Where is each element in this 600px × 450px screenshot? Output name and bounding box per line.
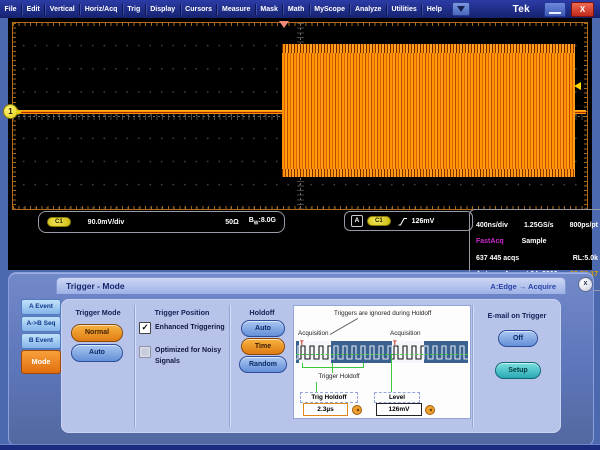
holdoff-heading: Holdoff bbox=[233, 308, 291, 317]
trigger-source-badge: A bbox=[351, 215, 363, 227]
menu-item-vertical[interactable]: Vertical bbox=[45, 6, 79, 13]
callout-leader-line bbox=[330, 318, 358, 335]
dialog-context: A:Edge → Acquire bbox=[490, 282, 565, 291]
menu-item-math[interactable]: Math bbox=[283, 6, 308, 13]
menu-item-myscope[interactable]: MyScope bbox=[310, 6, 350, 13]
channel-readout: C1 90.0mV/div 50Ω BW:8.0G bbox=[38, 211, 285, 233]
holdoff-band: T T bbox=[296, 341, 468, 363]
tab-mode[interactable]: Mode bbox=[21, 350, 61, 374]
menu-pointer-button[interactable] bbox=[452, 2, 470, 16]
tab-a-b-seq[interactable]: A->B Seq bbox=[21, 316, 61, 332]
trigger-position-heading: Trigger Position bbox=[139, 308, 225, 317]
menu-item-display[interactable]: Display bbox=[146, 6, 180, 13]
menu-bar: File Edit Vertical Horiz/Acq Trig Displa… bbox=[0, 0, 600, 18]
channel-badge: C1 bbox=[47, 217, 71, 227]
email-setup-button[interactable]: Setup bbox=[495, 362, 541, 379]
acquisition-label-left: Acquisition bbox=[298, 330, 328, 337]
trigger-channel-badge: C1 bbox=[367, 216, 391, 226]
bottom-strip bbox=[0, 444, 600, 450]
waveform-burst bbox=[282, 44, 575, 177]
holdoff-auto-button[interactable]: Auto bbox=[241, 320, 285, 337]
email-heading: E-mail on Trigger bbox=[473, 311, 561, 320]
trigger-readout: A C1 126mV bbox=[344, 211, 473, 231]
dialog-close-button[interactable]: x bbox=[578, 277, 593, 292]
pointer-icon bbox=[457, 6, 465, 12]
vertical-scale: 90.0mV/div bbox=[88, 219, 125, 226]
resolution: 800ps/pt bbox=[570, 222, 598, 229]
menu-item-file[interactable]: File bbox=[0, 6, 21, 13]
menu-item-measure[interactable]: Measure bbox=[217, 6, 254, 13]
fastacq-label: FastAcq bbox=[476, 238, 504, 245]
tab-a-event[interactable]: A Event bbox=[21, 299, 61, 315]
trig-holdoff-field-label: Trig Holdoff bbox=[300, 392, 358, 403]
channel-arrow-icon bbox=[17, 109, 22, 115]
enhanced-triggering-row: ✓ Enhanced Triggering bbox=[139, 322, 225, 334]
trigger-mode-dialog: Trigger - Mode A:Edge → Acquire x A Even… bbox=[8, 272, 594, 446]
dialog-header: Trigger - Mode A:Edge → Acquire bbox=[56, 277, 566, 294]
acquisition-window-right: T bbox=[392, 341, 424, 363]
enhanced-triggering-checkbox[interactable]: ✓ bbox=[139, 322, 151, 334]
bandwidth: BW:8.0G bbox=[249, 217, 276, 226]
rising-edge-icon bbox=[397, 216, 408, 227]
dialog-content: Trigger Mode Normal Auto Trigger Positio… bbox=[61, 299, 561, 433]
acquisition-label-right: Acquisition bbox=[390, 330, 420, 337]
acq-mode: Sample bbox=[522, 238, 547, 245]
trigger-event-icon: T bbox=[393, 341, 397, 348]
level-field[interactable]: 126mV bbox=[376, 403, 422, 416]
trigger-level-marker[interactable] bbox=[574, 82, 581, 90]
oscilloscope-app: File Edit Vertical Horiz/Acq Trig Displa… bbox=[0, 0, 600, 450]
record-length: RL:5.0k bbox=[573, 255, 598, 262]
menu-item-horiz-acq[interactable]: Horiz/Acq bbox=[80, 6, 122, 13]
menu-item-trig[interactable]: Trig bbox=[123, 6, 145, 13]
menu-item-analyze[interactable]: Analyze bbox=[350, 6, 385, 13]
diagram-callout: Triggers are ignored during Holdoff bbox=[334, 310, 468, 317]
menu-item-edit[interactable]: Edit bbox=[22, 6, 44, 13]
noisy-signals-row: Optimized for NoisySignals bbox=[139, 346, 221, 367]
close-button[interactable]: X bbox=[571, 2, 594, 17]
dialog-title: Trigger - Mode bbox=[57, 281, 125, 291]
level-dashed-line bbox=[296, 354, 468, 355]
scope-display: 1 C1 90.0mV/div 50Ω BW:8.0G A C1 126mV 4… bbox=[8, 18, 592, 270]
menu-item-cursors[interactable]: Cursors bbox=[181, 6, 217, 13]
trigger-mode-heading: Trigger Mode bbox=[63, 308, 133, 317]
trigger-mode-auto-button[interactable]: Auto bbox=[71, 344, 123, 362]
channel-1-marker[interactable]: 1 bbox=[3, 104, 18, 119]
minimize-button[interactable] bbox=[544, 2, 566, 17]
level-field-label: Level bbox=[374, 392, 420, 403]
minimize-icon bbox=[549, 12, 561, 14]
trigger-position-marker[interactable] bbox=[279, 21, 289, 28]
multipurpose-knob-b-icon[interactable] bbox=[425, 405, 435, 415]
trigger-mode-normal-button[interactable]: Normal bbox=[71, 324, 123, 342]
termination: 50Ω bbox=[225, 219, 238, 226]
holdoff-random-button[interactable]: Random bbox=[239, 356, 287, 373]
menu-item-mask[interactable]: Mask bbox=[256, 6, 283, 13]
enhanced-triggering-label: Enhanced Triggering bbox=[155, 322, 225, 333]
email-off-button[interactable]: Off bbox=[498, 330, 538, 347]
menu-item-utilities[interactable]: Utilities bbox=[387, 6, 421, 13]
sample-rate: 1.25GS/s bbox=[524, 222, 554, 229]
timebase: 400ns/div bbox=[476, 222, 508, 229]
multipurpose-knob-a-icon[interactable] bbox=[352, 405, 362, 415]
noisy-signals-checkbox[interactable] bbox=[139, 346, 151, 358]
acq-count: 637 445 acqs bbox=[476, 255, 519, 262]
noisy-signals-label: Optimized for NoisySignals bbox=[155, 346, 221, 367]
holdoff-diagram: Triggers are ignored during Holdoff Acqu… bbox=[293, 305, 471, 419]
tek-logo: Tek bbox=[513, 4, 544, 15]
acquisition-window-left: T bbox=[299, 341, 331, 363]
menu-item-help[interactable]: Help bbox=[422, 6, 446, 13]
trigger-holdoff-bracket-label: Trigger Holdoff bbox=[302, 373, 376, 380]
trigger-event-icon: T bbox=[300, 341, 304, 348]
holdoff-time-button[interactable]: Time bbox=[241, 338, 285, 355]
trigger-level-value: 126mV bbox=[412, 218, 435, 225]
trig-holdoff-field[interactable]: 2.3µs bbox=[303, 403, 348, 416]
tab-b-event[interactable]: B Event bbox=[21, 333, 61, 349]
